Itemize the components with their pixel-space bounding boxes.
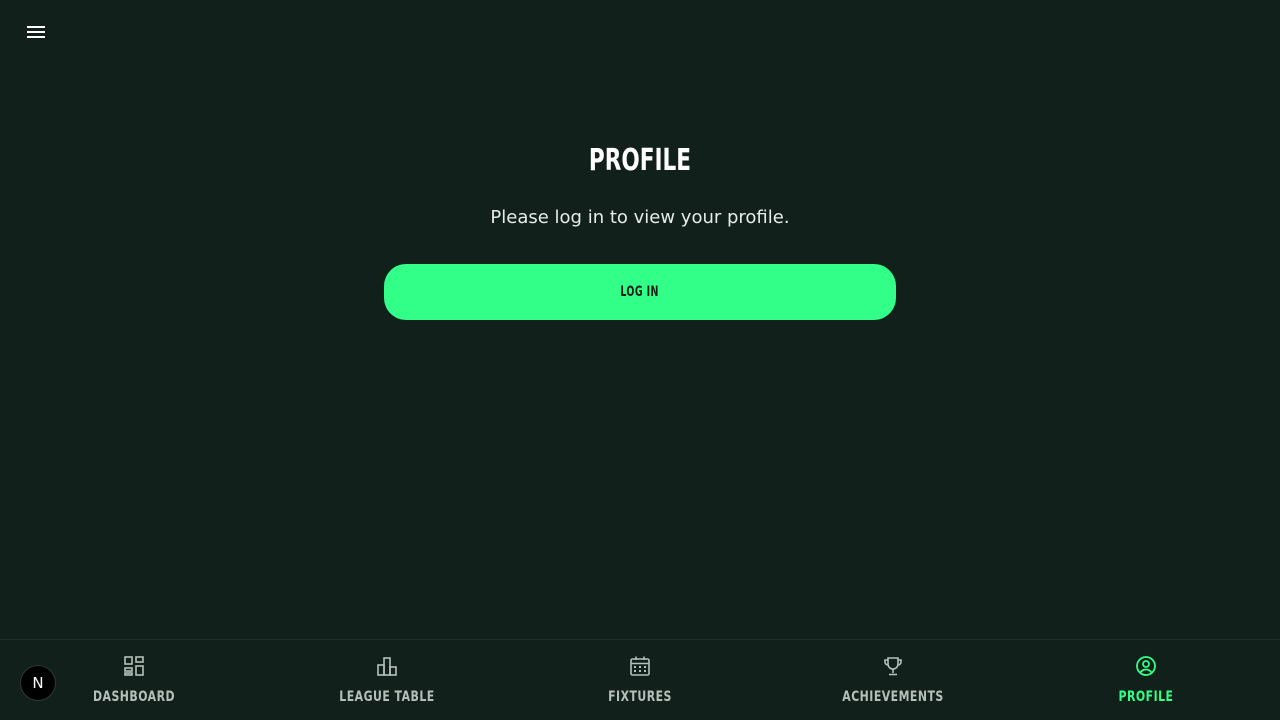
page-title: PROFILE [588,143,692,178]
nav-item-league-table[interactable]: LEAGUE TABLE [287,640,487,720]
dev-tools-badge-letter: N [32,674,44,692]
dashboard-icon [122,654,146,678]
nav-label-fixtures: FIXTURES [608,689,672,705]
login-prompt-text: Please log in to view your profile. [490,207,790,228]
nav-item-profile[interactable]: PROFILE [1046,640,1246,720]
bottom-nav: DASHBOARD LEAGUE TABLE FIXTURES ACHIEVEM… [0,639,1280,720]
trophy-icon [881,654,905,678]
nav-label-league-table: LEAGUE TABLE [339,689,435,705]
nav-item-fixtures[interactable]: FIXTURES [540,640,740,720]
bar-chart-icon [375,654,399,678]
nav-label-achievements: ACHIEVEMENTS [842,689,944,705]
menu-button[interactable] [20,16,52,48]
nav-item-achievements[interactable]: ACHIEVEMENTS [793,640,993,720]
calendar-icon [628,654,652,678]
login-button[interactable]: LOG IN [384,264,896,320]
profile-page: PROFILE Please log in to view your profi… [0,0,1280,720]
user-circle-icon [1134,654,1158,678]
hamburger-menu-icon [27,26,45,38]
nav-label-dashboard: DASHBOARD [93,689,175,705]
nav-item-dashboard[interactable]: DASHBOARD [34,640,234,720]
dev-tools-badge[interactable]: N [20,665,56,701]
login-button-label: LOG IN [620,284,660,300]
nav-label-profile: PROFILE [1118,689,1174,705]
